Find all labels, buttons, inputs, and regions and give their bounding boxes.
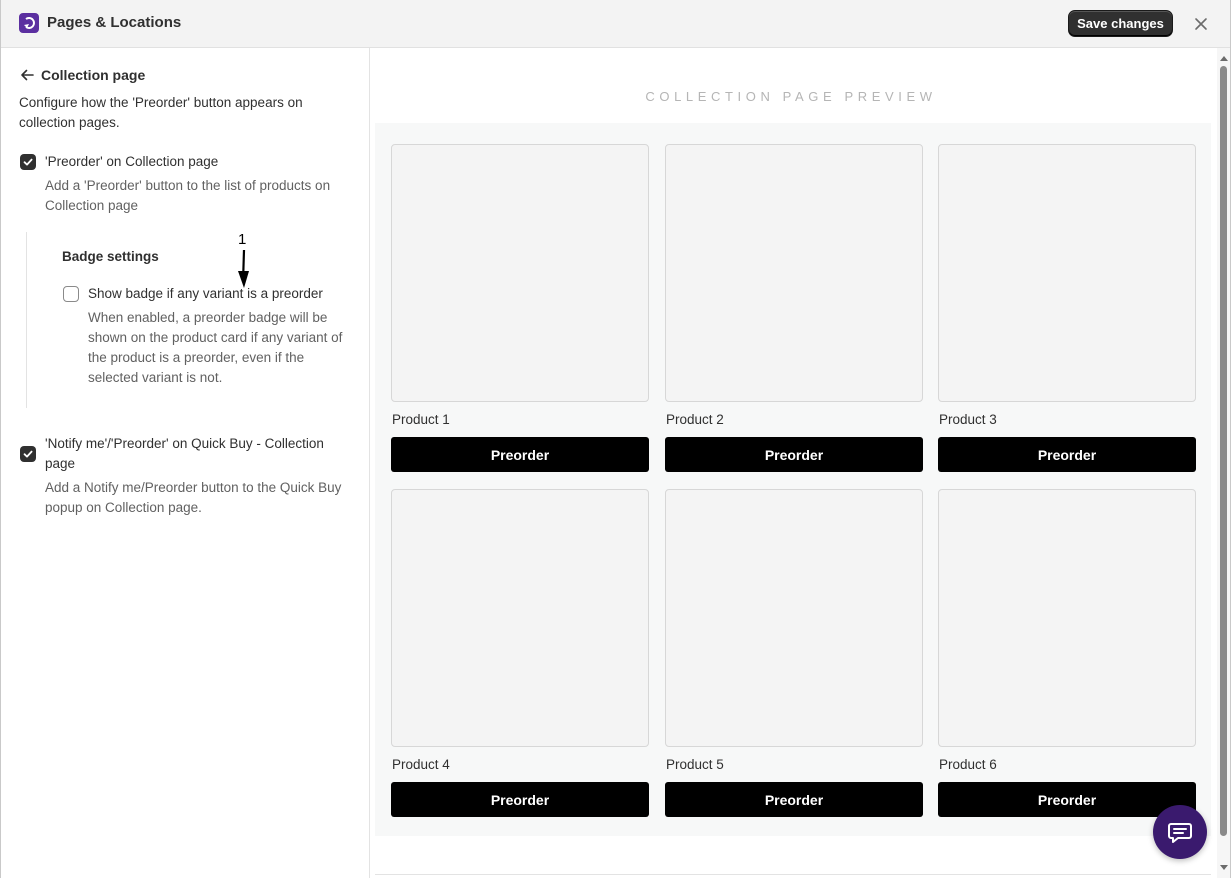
title-bar: Pages & Locations Save changes (1, 0, 1230, 48)
product-name: Product 5 (666, 757, 724, 772)
badge-settings-title: Badge settings (62, 249, 159, 264)
preview-panel: COLLECTION PAGE PREVIEW Product 1 Preord… (371, 48, 1217, 878)
preorder-button[interactable]: Preorder (665, 782, 923, 817)
scroll-down-icon[interactable] (1220, 864, 1228, 872)
show-badge-help: When enabled, a preorder badge will be s… (88, 310, 343, 385)
scroll-up-icon[interactable] (1220, 54, 1228, 62)
preorder-button[interactable]: Preorder (665, 437, 923, 472)
quick-buy-checkbox[interactable] (20, 446, 36, 462)
annotation-number: 1 (238, 231, 247, 248)
show-badge-checkbox[interactable] (63, 286, 79, 302)
quick-buy-label[interactable]: 'Notify me'/'Preorder' on Quick Buy - Co… (45, 434, 345, 474)
app-logo-icon (19, 13, 39, 33)
divider (375, 874, 1211, 875)
chat-icon[interactable] (1153, 805, 1207, 859)
preorder-button[interactable]: Preorder (391, 437, 649, 472)
product-image (665, 144, 923, 402)
app-window: Pages & Locations Save changes Collectio… (0, 0, 1231, 878)
preorder-collection-help: Add a 'Preorder' button to the list of p… (45, 178, 331, 213)
preorder-collection-label[interactable]: 'Preorder' on Collection page (45, 152, 345, 172)
product-name: Product 6 (939, 757, 997, 772)
product-image (665, 489, 923, 747)
preorder-collection-checkbox[interactable] (20, 154, 36, 170)
intro-text: Configure how the 'Preorder' button appe… (19, 95, 303, 130)
save-changes-button[interactable]: Save changes (1068, 10, 1173, 37)
product-image (391, 144, 649, 402)
product-image (938, 144, 1196, 402)
settings-panel: Collection page Configure how the 'Preor… (1, 48, 370, 878)
product-name: Product 3 (939, 412, 997, 427)
preview-title: COLLECTION PAGE PREVIEW (645, 89, 937, 104)
annotation-arrow-icon (238, 249, 249, 288)
product-image (391, 489, 649, 747)
page-title: Collection page (41, 67, 146, 83)
back-button[interactable]: Collection page (19, 65, 145, 85)
quick-buy-help: Add a Notify me/Preorder button to the Q… (45, 480, 342, 515)
arrow-left-icon (21, 69, 34, 81)
window-title: Pages & Locations (47, 14, 182, 31)
product-name: Product 4 (392, 757, 450, 772)
product-name: Product 2 (666, 412, 724, 427)
product-name: Product 1 (392, 412, 450, 427)
show-badge-label[interactable]: Show badge if any variant is a preorder (88, 284, 348, 304)
scrollbar-thumb[interactable] (1220, 66, 1227, 836)
preorder-button[interactable]: Preorder (938, 782, 1196, 817)
product-image (938, 489, 1196, 747)
preorder-button[interactable]: Preorder (391, 782, 649, 817)
preorder-button[interactable]: Preorder (938, 437, 1196, 472)
product-grid: Product 1 Preorder Product 2 Preorder Pr… (375, 123, 1211, 836)
close-icon[interactable] (1191, 14, 1211, 34)
preview-scrollbar[interactable] (1217, 48, 1230, 878)
